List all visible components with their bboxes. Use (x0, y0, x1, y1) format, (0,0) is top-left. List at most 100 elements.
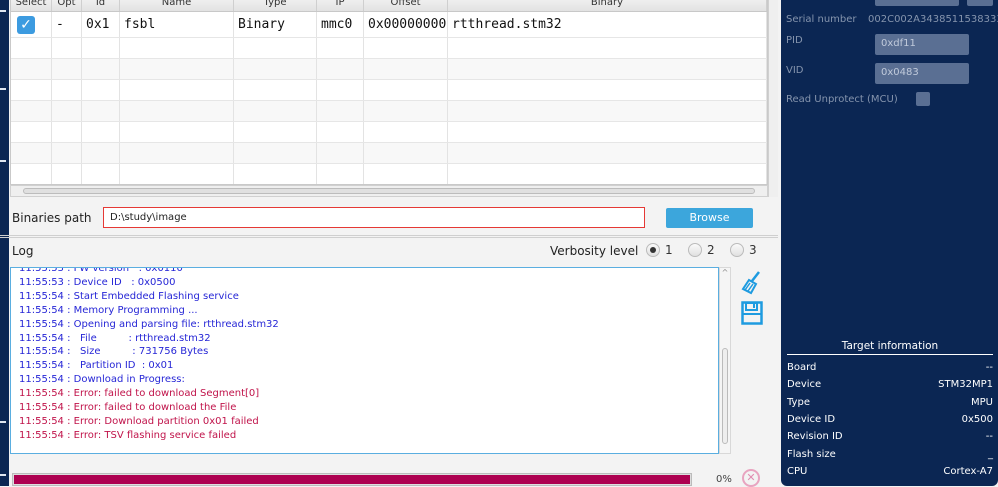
table-row[interactable] (11, 101, 767, 122)
target-info-row: Device STM32MP1 (787, 379, 993, 390)
browse-button[interactable]: Browse (666, 208, 753, 228)
column-header-opt[interactable]: Opt (52, 0, 82, 11)
select-checkbox[interactable]: ✓ (11, 12, 52, 37)
checkmark-icon[interactable]: ✓ (17, 16, 35, 34)
log-label: Log (12, 244, 34, 258)
empty-cell (52, 59, 82, 79)
target-info-key: Revision ID (787, 431, 843, 443)
column-header-ip[interactable]: IP (317, 0, 364, 11)
target-info-key: Device ID (787, 413, 836, 425)
target-info-row: Board -- (787, 362, 993, 373)
verbosity-radio-1[interactable]: 1 (646, 243, 673, 257)
target-info-value: STM32MP1 (938, 379, 993, 391)
vid-input[interactable]: 0x0483 (875, 63, 969, 84)
log-line: 11:55:54 : Error: failed to download the… (19, 402, 237, 414)
table-row[interactable] (11, 38, 767, 59)
empty-cell (11, 101, 52, 121)
column-header-id[interactable]: Id (82, 0, 120, 11)
read-unprotect-checkbox[interactable] (916, 92, 930, 106)
table-row[interactable]: ✓ -0x1 fsbl Binary mmc0 0x00000000 rtthread.st… (11, 12, 767, 38)
empty-cell (52, 101, 82, 121)
cell-offset: 0x00000000 (364, 12, 448, 37)
log-line: 11:55:54 : Error: Download partition 0x0… (19, 415, 259, 427)
column-header-name[interactable]: Name (120, 0, 234, 11)
empty-cell (82, 143, 120, 163)
log-line: 11:55:54 : Download in Progress: (19, 374, 185, 386)
pid-input[interactable]: 0xdf11 (875, 34, 969, 55)
empty-cell (120, 59, 234, 79)
target-info-value: -- (985, 362, 993, 373)
table-vertical-scrollbar[interactable] (768, 0, 778, 197)
target-info-key: CPU (787, 465, 808, 477)
empty-cell (82, 164, 120, 184)
empty-cell (82, 59, 120, 79)
cell-name: fsbl (120, 12, 234, 37)
empty-cell (52, 80, 82, 100)
empty-cell (120, 122, 234, 142)
table-row[interactable] (11, 80, 767, 101)
port-field[interactable] (875, 0, 959, 6)
empty-cell (317, 38, 364, 58)
empty-cell (120, 38, 234, 58)
empty-cell (448, 101, 767, 121)
target-info-key: Board (787, 362, 817, 373)
table-row[interactable] (11, 122, 767, 143)
table-row[interactable] (11, 164, 767, 184)
table-horizontal-scrollbar[interactable] (10, 185, 768, 197)
verbosity-radio-2[interactable]: 2 (688, 243, 715, 257)
vid-label: VID (786, 65, 804, 76)
target-info-value: MPU (971, 396, 993, 408)
empty-cell (364, 101, 448, 121)
verbosity-radio-3[interactable]: 3 (730, 243, 757, 257)
binaries-path-input[interactable]: D:\study\image (103, 207, 645, 228)
table-row[interactable] (11, 59, 767, 80)
empty-cell (120, 143, 234, 163)
column-header-offset[interactable]: Offset (364, 0, 448, 11)
empty-cell (11, 80, 52, 100)
empty-cell (82, 122, 120, 142)
cell-id: 0x1 (82, 12, 120, 37)
log-line: 11:55:54 : File : rtthread.stm32 (19, 332, 211, 344)
empty-cell (317, 143, 364, 163)
serial-value: 002C002A3438511538333... (868, 14, 998, 25)
empty-cell (11, 164, 52, 184)
log-line: 11:55:54 : Partition ID : 0x01 (19, 360, 174, 372)
pid-label: PID (786, 35, 803, 46)
binaries-path-label: Binaries path (12, 211, 92, 225)
empty-cell (364, 80, 448, 100)
column-header-select[interactable]: Select (11, 0, 52, 11)
target-info-value: _ (988, 448, 993, 460)
target-info-key: Type (787, 396, 810, 408)
log-output[interactable]: 11:55:53 : FW version : 0x0110 11:55:53 :… (10, 267, 719, 454)
empty-cell (234, 164, 317, 184)
empty-cell (234, 80, 317, 100)
empty-cell (317, 101, 364, 121)
cell-binary: rtthread.stm32 (448, 12, 767, 37)
cell-type: Binary (234, 12, 317, 37)
log-line: 11:55:53 : Device ID : 0x0500 (19, 276, 176, 288)
empty-cell (364, 59, 448, 79)
cancel-icon[interactable]: ✕ (742, 469, 760, 487)
empty-cell (234, 143, 317, 163)
column-header-type[interactable]: Type (234, 0, 317, 11)
left-sidebar (0, 0, 9, 486)
empty-cell (448, 164, 767, 184)
cell-ip: mmc0 (317, 12, 364, 37)
column-header-binary[interactable]: Binary (448, 0, 767, 11)
log-line: 11:55:54 : Error: failed to download Seg… (19, 388, 260, 400)
empty-cell (11, 59, 52, 79)
refresh-button[interactable] (967, 0, 993, 6)
save-log-icon[interactable] (741, 301, 763, 329)
log-line: 11:55:54 : Opening and parsing file: rtt… (19, 318, 279, 330)
empty-cell (448, 59, 767, 79)
target-info-value: -- (985, 431, 993, 443)
empty-cell (52, 143, 82, 163)
empty-cell (317, 59, 364, 79)
log-line: 11:55:53 : FW version : 0x0110 (19, 267, 183, 274)
verbosity-label: Verbosity level (550, 244, 639, 258)
table-row[interactable] (11, 143, 767, 164)
clear-log-icon[interactable] (741, 271, 763, 299)
read-unprotect-label: Read Unprotect (MCU) (786, 94, 898, 105)
empty-cell (364, 122, 448, 142)
log-scrollbar[interactable]: ^ (719, 267, 731, 454)
